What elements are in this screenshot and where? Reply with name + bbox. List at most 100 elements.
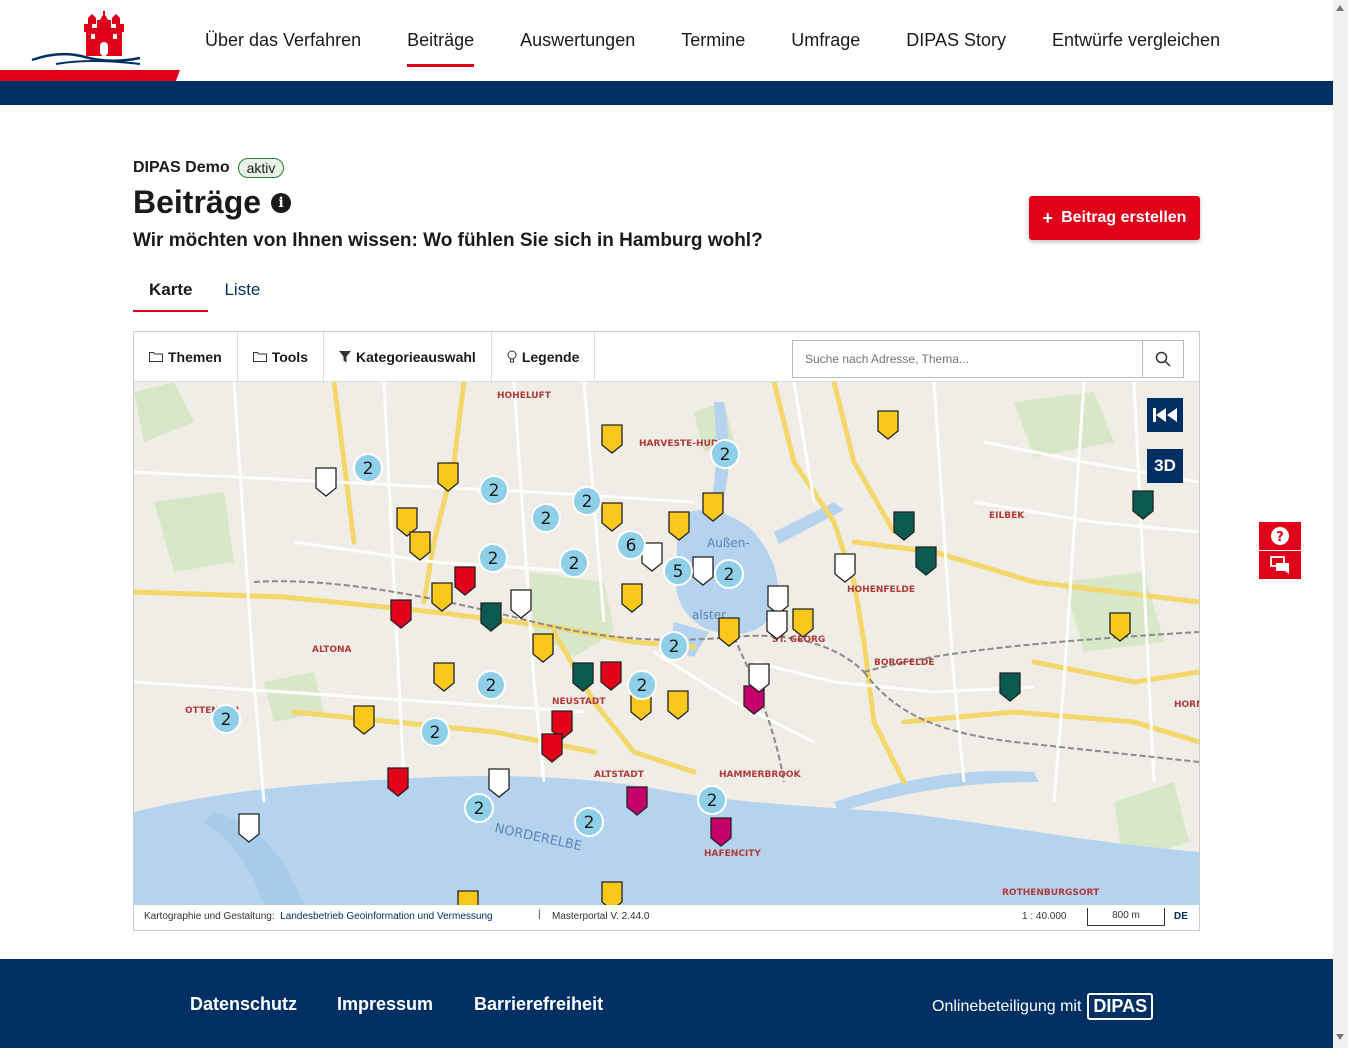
tool-label: Themen <box>168 348 222 365</box>
map-version: Masterportal V. 2.44.0 <box>552 911 650 922</box>
marker-cluster-count: 2 <box>584 813 595 833</box>
marker-cluster[interactable]: 2 <box>479 475 509 505</box>
nav-item-auswertungen[interactable]: Auswertungen <box>520 0 635 81</box>
map-scalebar: 800 m <box>1087 908 1165 926</box>
map-search <box>792 340 1184 378</box>
marker-cluster[interactable]: 2 <box>714 559 744 589</box>
marker-cluster-count: 5 <box>673 562 684 582</box>
nav-item-beitraege[interactable]: Beiträge <box>407 0 475 81</box>
marker-cluster-count: 2 <box>430 723 441 743</box>
marker-cluster-count: 2 <box>582 492 593 512</box>
info-icon[interactable]: i <box>271 192 292 213</box>
marker-cluster-count: 2 <box>486 676 497 696</box>
marker-cluster[interactable]: 2 <box>476 670 506 700</box>
dipas-logo: DIPAS <box>1087 993 1154 1020</box>
question-icon: ? <box>1271 527 1289 545</box>
footer-link-impressum[interactable]: Impressum <box>337 994 433 1015</box>
skip-back-icon <box>1153 408 1177 422</box>
chat-icon <box>1270 556 1289 574</box>
folder-icon <box>149 352 163 362</box>
tab-liste[interactable]: Liste <box>208 274 276 312</box>
main-nav: Über das Verfahren Beiträge Auswertungen… <box>205 0 1266 81</box>
contribution-marker-yellow[interactable] <box>601 881 623 905</box>
marker-cluster[interactable]: 2 <box>697 785 727 815</box>
marker-cluster[interactable]: 2 <box>572 486 602 516</box>
tool-tools[interactable]: Tools <box>238 332 324 381</box>
hamburg-logo[interactable] <box>0 0 185 90</box>
map-search-button[interactable] <box>1142 341 1183 377</box>
map-footer: Kartographie und Gestaltung: Landesbetri… <box>134 905 1199 930</box>
nav-item-dipas-story[interactable]: DIPAS Story <box>906 0 1006 81</box>
tool-kategorieauswahl[interactable]: Kategorieauswahl <box>324 332 492 381</box>
marker-cluster[interactable]: 2 <box>659 631 689 661</box>
scroll-up-arrow-icon[interactable] <box>1336 5 1344 11</box>
map-reset-view-button[interactable] <box>1147 398 1183 432</box>
map-label-district: HOHELUFT <box>497 391 552 401</box>
map-label-district: ROTHENBURGSORT <box>1002 888 1100 898</box>
map-footer-separator: | <box>538 909 541 920</box>
map-label-district: ALTONA <box>312 645 352 655</box>
tool-label: Legende <box>521 348 580 365</box>
page-scrollbar[interactable] <box>1333 0 1348 1048</box>
marker-cluster[interactable]: 5 <box>663 556 693 586</box>
search-icon <box>1155 351 1171 367</box>
marker-cluster-count: 2 <box>724 565 735 585</box>
marker-cluster-count: 2 <box>221 710 232 730</box>
contribution-marker-yellow[interactable] <box>457 890 479 905</box>
svg-text:?: ? <box>1276 530 1284 545</box>
marker-cluster-count: 2 <box>669 637 680 657</box>
nav-item-verfahren[interactable]: Über das Verfahren <box>205 0 361 81</box>
map-label-district: HOHENFELDE <box>847 585 915 595</box>
map-credit-prefix: Kartographie und Gestaltung: <box>144 911 275 922</box>
map-language-switch[interactable]: DE <box>1174 911 1188 922</box>
map-label-district: HAFENCITY <box>704 849 761 859</box>
page-title: Beiträge i <box>133 184 292 221</box>
help-button[interactable]: ? <box>1259 522 1301 550</box>
marker-cluster[interactable]: 2 <box>420 717 450 747</box>
tab-karte[interactable]: Karte <box>133 274 209 312</box>
map-label-district: HORN <box>1174 700 1199 710</box>
folder-icon <box>252 352 267 362</box>
map-label-district: BORGFELDE <box>874 658 934 668</box>
nav-item-umfrage[interactable]: Umfrage <box>791 0 860 81</box>
footer-link-datenschutz[interactable]: Datenschutz <box>190 994 297 1015</box>
marker-cluster[interactable]: 2 <box>559 548 589 578</box>
marker-cluster[interactable]: 2 <box>710 439 740 469</box>
marker-cluster[interactable]: 2 <box>478 543 508 573</box>
marker-cluster-count: 2 <box>569 554 580 574</box>
marker-cluster-count: 2 <box>720 445 731 465</box>
map-search-input[interactable] <box>793 341 1142 377</box>
map-toolbar: Themen Tools Kategorieauswahl Legende <box>134 332 1199 382</box>
marker-cluster[interactable]: 2 <box>627 670 657 700</box>
footer-link-barrierefreiheit[interactable]: Barrierefreiheit <box>474 994 603 1015</box>
tool-themen[interactable]: Themen <box>134 332 238 381</box>
marker-cluster[interactable]: 2 <box>574 807 604 837</box>
marker-cluster[interactable]: 2 <box>531 503 561 533</box>
map-3d-button[interactable]: 3D <box>1147 449 1183 483</box>
nav-item-entwuerfe[interactable]: Entwürfe vergleichen <box>1052 0 1220 81</box>
feedback-button[interactable] <box>1259 551 1301 579</box>
map-label-district: NEUSTADT <box>552 697 606 707</box>
status-badge: aktiv <box>237 158 285 178</box>
page: Über das Verfahren Beiträge Auswertungen… <box>0 0 1348 1048</box>
marker-cluster[interactable]: 2 <box>464 793 494 823</box>
marker-cluster-count: 2 <box>541 509 552 529</box>
map-credit-link[interactable]: Landesbetrieb Geoinformation und Vermess… <box>280 911 492 922</box>
marker-cluster[interactable]: 2 <box>353 453 383 483</box>
footer-brand[interactable]: Onlinebeteiligung mit DIPAS <box>932 993 1154 1020</box>
site-header: Über das Verfahren Beiträge Auswertungen… <box>0 0 1333 89</box>
marker-cluster[interactable]: 2 <box>211 704 241 734</box>
site-footer: Datenschutz Impressum Barrierefreiheit O… <box>0 959 1333 1048</box>
map-canvas[interactable]: NORDERELBE Außen- alster HOHELUFT HARVES… <box>134 382 1199 905</box>
footer-brand-text: Onlinebeteiligung mit <box>932 997 1082 1015</box>
nav-item-termine[interactable]: Termine <box>681 0 745 81</box>
tool-legende[interactable]: Legende <box>492 332 596 381</box>
map-label-district: HAMMERBROOK <box>719 770 802 780</box>
create-contribution-button[interactable]: + Beitrag erstellen <box>1029 196 1200 240</box>
map-label-aussenalster-1: Außen- <box>707 536 750 550</box>
project-line: DIPAS Demo aktiv <box>133 158 285 178</box>
marker-cluster[interactable]: 6 <box>616 530 646 560</box>
marker-cluster-count: 2 <box>489 481 500 501</box>
scroll-down-arrow-icon[interactable] <box>1336 1034 1344 1040</box>
filter-icon <box>338 350 351 362</box>
